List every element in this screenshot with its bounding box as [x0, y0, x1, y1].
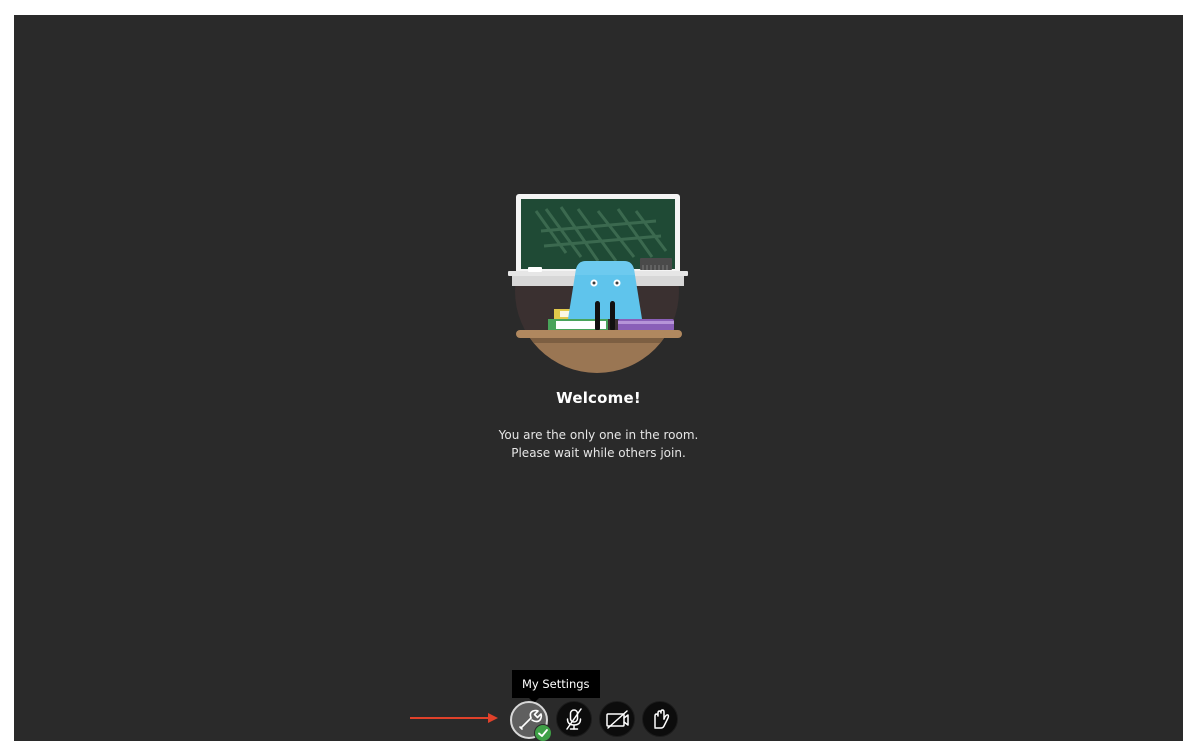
annotation-arrow: [410, 713, 498, 723]
raise-hand-button[interactable]: [642, 701, 678, 737]
microphone-button[interactable]: [556, 701, 592, 737]
session-control-bar: [510, 701, 690, 741]
welcome-line-2: Please wait while others join.: [511, 446, 686, 460]
camera-off-icon: [606, 710, 629, 729]
tooltip-label: My Settings: [522, 677, 590, 691]
my-settings-button[interactable]: [510, 701, 552, 741]
my-settings-tooltip: My Settings: [512, 670, 600, 703]
mic-off-icon: [566, 708, 582, 730]
session-stage: Welcome! You are the only one in the roo…: [14, 15, 1183, 741]
hand-icon: [654, 709, 670, 729]
check-icon: [534, 724, 552, 741]
welcome-title: Welcome!: [556, 389, 641, 407]
classroom-illustration: [506, 191, 706, 373]
welcome-line-1: You are the only one in the room.: [498, 428, 699, 442]
camera-button[interactable]: [599, 701, 635, 737]
welcome-message: You are the only one in the room. Please…: [14, 426, 1183, 462]
